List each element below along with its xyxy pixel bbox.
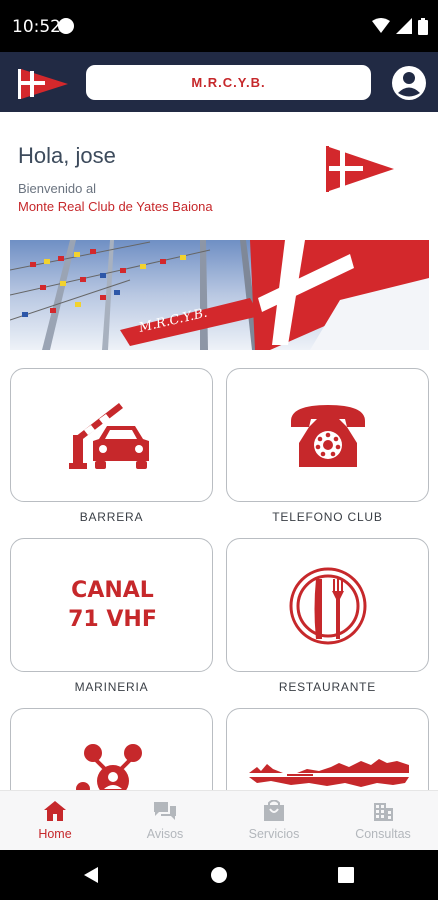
greeting-title: Hola, jose [18, 143, 116, 168]
barrier-car-icon [69, 403, 149, 469]
wifi-icon [372, 18, 390, 33]
restaurante-tile[interactable] [226, 538, 429, 672]
nav-home[interactable]: Home [0, 791, 110, 851]
barrera-tile[interactable] [10, 368, 213, 502]
home-icon [44, 801, 66, 821]
status-icons [372, 17, 428, 35]
vhf-line: 71 VHF [68, 607, 157, 632]
welcome-text: Bienvenido al [18, 181, 97, 196]
back-icon[interactable] [83, 866, 99, 884]
restaurant-icon [289, 567, 367, 645]
telefono-club-label: TELEFONO CLUB [272, 510, 383, 524]
nav-servicios-label: Servicios [248, 827, 300, 841]
chat-icon [154, 802, 176, 820]
restaurante-label: RESTAURANTE [278, 680, 377, 694]
barrera-label: BARRERA [79, 510, 144, 524]
app-title: M.R.C.Y.B. [191, 75, 266, 90]
nav-consultas-label: Consultas [355, 827, 411, 841]
status-bar: 10:52 [0, 0, 438, 52]
notification-icon [58, 18, 74, 34]
marineria-label: MARINERIA [74, 680, 149, 694]
nav-avisos-label: Avisos [146, 827, 184, 841]
club-flag-logo [326, 146, 394, 192]
signal-icon [396, 18, 412, 34]
telephone-icon [291, 405, 365, 467]
canal-line: CANAL [71, 578, 154, 603]
telefono-club-tile[interactable] [226, 368, 429, 502]
nav-servicios[interactable]: Servicios [219, 791, 329, 851]
status-time: 10:52 [12, 17, 61, 37]
app-bar: M.R.C.Y.B. [0, 52, 438, 112]
club-flag-icon[interactable] [18, 68, 70, 100]
shopping-bag-icon [264, 800, 284, 821]
nav-home-label: Home [38, 827, 72, 841]
building-icon [374, 803, 393, 821]
club-name: Monte Real Club de Yates Baiona [18, 199, 213, 214]
system-nav-bar [0, 850, 438, 900]
marineria-tile[interactable]: CANAL 71 VHF [10, 538, 213, 672]
club-banner-image: M.R.C.Y.B. [10, 240, 429, 350]
radio-channel-text: CANAL 71 VHF [11, 576, 214, 634]
title-pill[interactable]: M.R.C.Y.B. [86, 65, 371, 100]
recents-icon[interactable] [338, 867, 354, 883]
home-circle-icon[interactable] [210, 866, 228, 884]
nav-consultas[interactable]: Consultas [328, 791, 438, 851]
battery-icon [418, 17, 428, 35]
nav-avisos[interactable]: Avisos [110, 791, 220, 851]
bottom-nav: Home Avisos Servicios Consultas [0, 790, 438, 850]
account-circle-icon[interactable] [390, 64, 428, 102]
